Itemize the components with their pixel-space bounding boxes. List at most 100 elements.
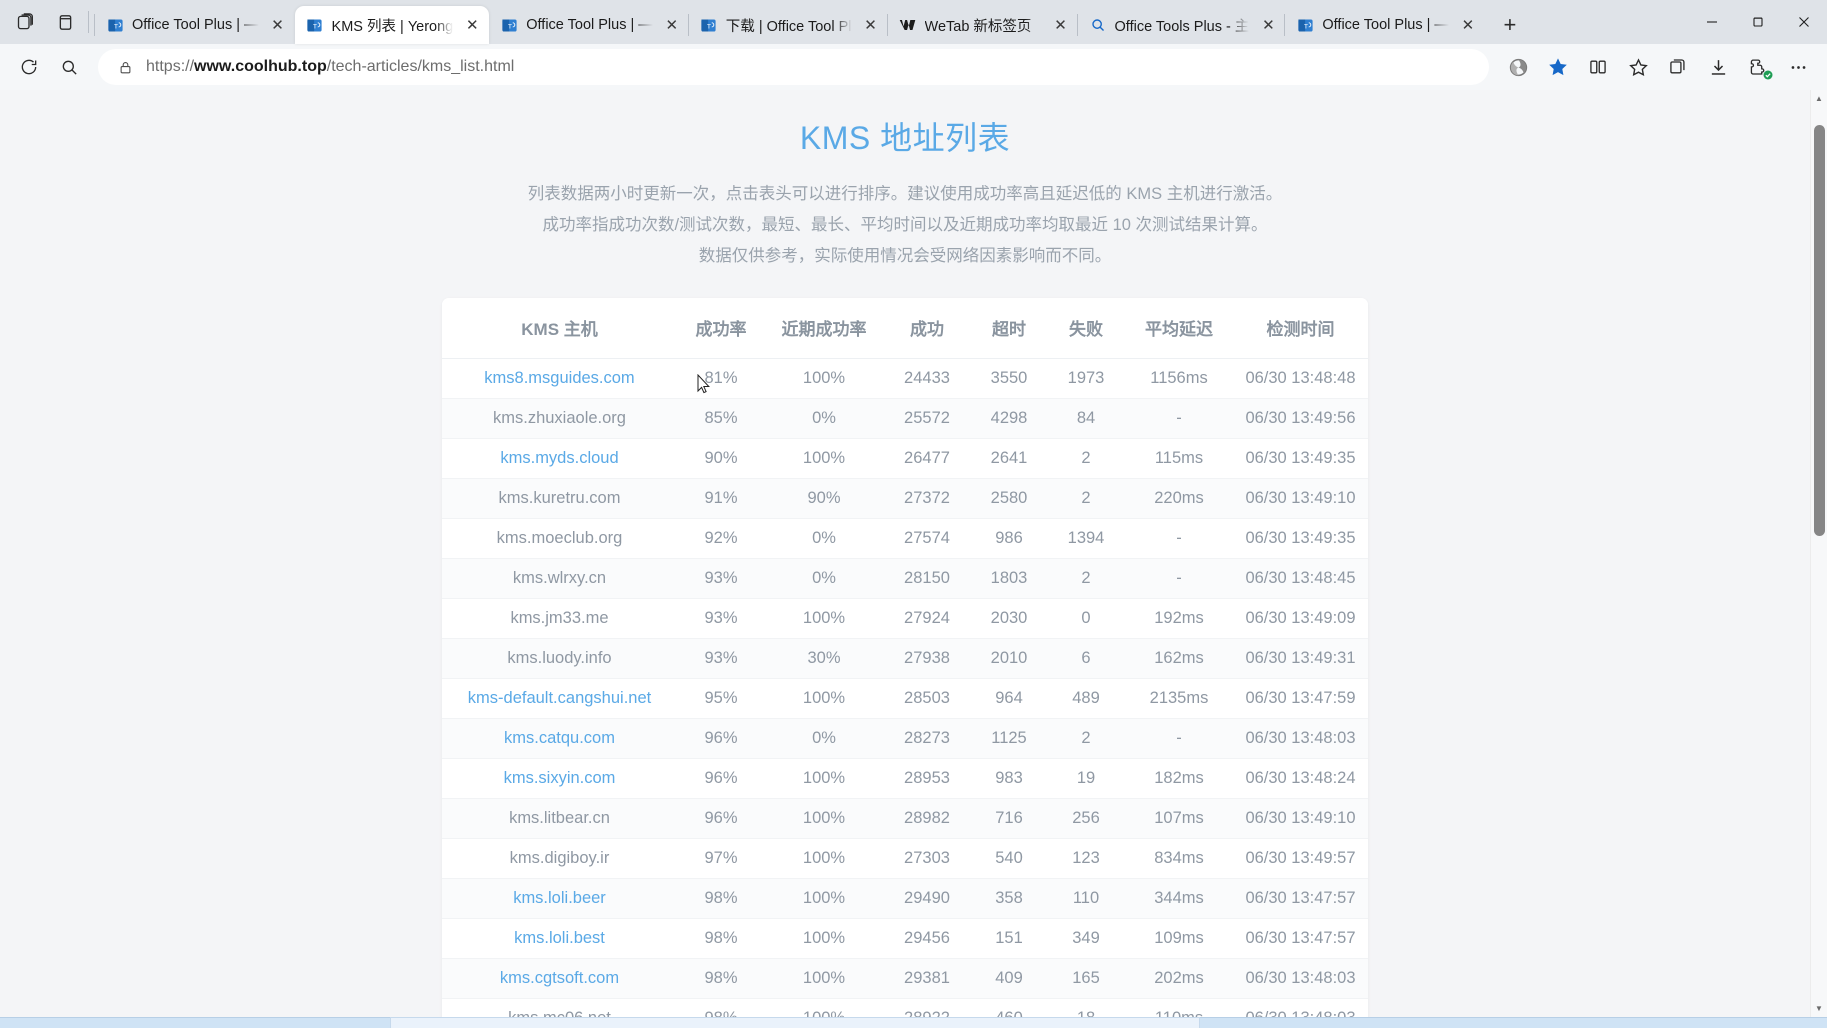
- browser-tab[interactable]: T Office Tool Plus | — ✕: [94, 6, 295, 44]
- cell-host[interactable]: kms.catqu.com: [442, 718, 677, 759]
- tab-close-icon[interactable]: ✕: [1257, 14, 1279, 36]
- cell-success-rate: 90%: [677, 438, 765, 479]
- browser-tab-active[interactable]: T KMS 列表 | Yerong ✕: [294, 6, 490, 44]
- browser-tab[interactable]: WeTab 新标签页 ✕: [886, 6, 1078, 44]
- column-header-time[interactable]: 检测时间: [1233, 298, 1368, 359]
- kms-table-head: KMS 主机 成功率 近期成功率 成功 超时 失败 平均延迟 检测时间: [442, 298, 1368, 359]
- tab-close-icon[interactable]: ✕: [267, 14, 289, 36]
- tab-close-icon[interactable]: ✕: [860, 14, 882, 36]
- column-header-timeout[interactable]: 超时: [971, 298, 1047, 359]
- window-controls: [1689, 0, 1827, 44]
- cell-success-count: 29381: [883, 958, 971, 999]
- cell-host[interactable]: kms.sixyin.com: [442, 758, 677, 799]
- close-window-button[interactable]: [1781, 2, 1827, 42]
- kms-host-link[interactable]: kms.cgtsoft.com: [500, 969, 619, 987]
- scrollbar-thumb[interactable]: [1813, 124, 1825, 536]
- cell-avg-latency: 202ms: [1125, 958, 1233, 999]
- cell-check-time: 06/30 13:47:57: [1233, 878, 1368, 919]
- cell-host[interactable]: kms.loli.beer: [442, 878, 677, 919]
- kms-host-link[interactable]: kms-default.cangshui.net: [468, 689, 651, 707]
- split-screen-icon[interactable]: [1579, 50, 1617, 84]
- tab-strip-divider: [88, 11, 89, 33]
- cell-success-count: 27924: [883, 598, 971, 639]
- kms-host-link[interactable]: kms.sixyin.com: [504, 769, 616, 787]
- cell-host[interactable]: kms-default.cangshui.net: [442, 678, 677, 719]
- cell-timeout-count: 986: [971, 518, 1047, 559]
- favorites-icon[interactable]: [1619, 50, 1657, 84]
- scrollbar-track[interactable]: [1811, 107, 1827, 1000]
- tab-close-icon[interactable]: ✕: [1050, 14, 1072, 36]
- kms-host-link[interactable]: kms.myds.cloud: [500, 449, 618, 467]
- browser-tab[interactable]: T 下载 | Office Tool Pl ✕: [687, 6, 888, 44]
- kms-host-link[interactable]: kms.loli.best: [514, 929, 605, 947]
- cell-fail-count: 2: [1047, 438, 1125, 479]
- tab-title: Office Tool Plus | —: [132, 17, 259, 33]
- cell-host[interactable]: kms.myds.cloud: [442, 438, 677, 479]
- downloads-icon[interactable]: [1699, 50, 1737, 84]
- collections-panel-icon[interactable]: [1659, 50, 1697, 84]
- extensions-icon[interactable]: [1739, 50, 1777, 84]
- cell-success-count: 29456: [883, 918, 971, 959]
- collections-icon[interactable]: [14, 11, 36, 33]
- column-header-ok[interactable]: 成功: [883, 298, 971, 359]
- kms-host-link[interactable]: kms8.msguides.com: [484, 369, 634, 387]
- address-bar[interactable]: https://www.coolhub.top/tech-articles/km…: [98, 49, 1489, 85]
- page-description-line: 成功率指成功次数/测试次数，最短、最长、平均时间以及近期成功率均取最近 10 次…: [542, 216, 1268, 234]
- cell-fail-count: 2: [1047, 558, 1125, 599]
- column-header-rate[interactable]: 成功率: [677, 298, 765, 359]
- tab-close-icon[interactable]: ✕: [461, 14, 483, 36]
- table-row: kms.mc06.net98%100%2892246018110ms06/30 …: [442, 998, 1368, 1017]
- column-header-latency[interactable]: 平均延迟: [1125, 298, 1233, 359]
- search-icon[interactable]: [50, 50, 88, 84]
- tab-favicon-search-icon: [1089, 16, 1107, 34]
- cell-host[interactable]: kms8.msguides.com: [442, 358, 677, 399]
- toolbar-right-icons: [1499, 50, 1817, 84]
- column-header-host[interactable]: KMS 主机: [442, 298, 677, 359]
- browser-tab[interactable]: T Office Tool Plus | — ✕: [1284, 6, 1485, 44]
- cell-host: kms.luody.info: [442, 638, 677, 679]
- browser-tab[interactable]: T Office Tool Plus | — ✕: [489, 6, 689, 44]
- cell-success-rate: 92%: [677, 518, 765, 559]
- scroll-up-arrow-icon[interactable]: ▲: [1811, 90, 1827, 107]
- windows-taskbar: [0, 1017, 1827, 1028]
- kms-host-link[interactable]: kms.loli.beer: [513, 889, 606, 907]
- column-header-recent[interactable]: 近期成功率: [765, 298, 883, 359]
- favorite-star-icon[interactable]: [1539, 50, 1577, 84]
- cell-avg-latency: -: [1125, 718, 1233, 759]
- cell-success-rate: 93%: [677, 598, 765, 639]
- copilot-icon[interactable]: [1499, 50, 1537, 84]
- cell-host: kms.zhuxiaole.org: [442, 398, 677, 439]
- cell-timeout-count: 460: [971, 998, 1047, 1017]
- maximize-window-button[interactable]: [1735, 2, 1781, 42]
- navigation-toolbar: https://www.coolhub.top/tech-articles/km…: [0, 44, 1827, 90]
- scroll-down-arrow-icon[interactable]: ▼: [1811, 1000, 1827, 1017]
- settings-and-more-icon[interactable]: [1779, 50, 1817, 84]
- cell-success-rate: 98%: [677, 998, 765, 1017]
- cell-check-time: 06/30 13:48:45: [1233, 558, 1368, 599]
- cell-success-rate: 85%: [677, 398, 765, 439]
- cell-recent-success-rate: 100%: [765, 678, 883, 719]
- new-tab-button[interactable]: +: [1493, 8, 1527, 42]
- browser-essentials-icon[interactable]: [54, 11, 76, 33]
- tab-close-icon[interactable]: ✕: [1457, 14, 1479, 36]
- kms-table-body: kms8.msguides.com 81% 100% 24433 3550 1973 115…: [442, 358, 1368, 1017]
- cell-recent-success-rate: 100%: [765, 918, 883, 959]
- site-information-lock-icon[interactable]: [112, 54, 138, 80]
- column-header-fail[interactable]: 失败: [1047, 298, 1125, 359]
- browser-tab[interactable]: Office Tools Plus - 主 ✕: [1076, 6, 1286, 44]
- minimize-window-button[interactable]: [1689, 2, 1735, 42]
- table-row: kms.sixyin.com 96% 100% 28953 983 19 182ms 06/3…: [442, 758, 1368, 799]
- cell-recent-success-rate: 100%: [765, 998, 883, 1017]
- tab-close-icon[interactable]: ✕: [661, 14, 683, 36]
- cell-host[interactable]: kms.cgtsoft.com: [442, 958, 677, 999]
- reload-button[interactable]: [10, 50, 48, 84]
- kms-host-link[interactable]: kms.catqu.com: [504, 729, 615, 747]
- cell-fail-count: 84: [1047, 398, 1125, 439]
- cell-host[interactable]: kms.loli.best: [442, 918, 677, 959]
- cell-check-time: 06/30 13:49:31: [1233, 638, 1368, 679]
- page-scrollbar[interactable]: ▲ ▼: [1810, 90, 1827, 1017]
- taskbar-window-preview[interactable]: [390, 1017, 1200, 1028]
- tab-title: Office Tools Plus - 主: [1114, 18, 1250, 35]
- tab-strip: T Office Tool Plus | — ✕ T KMS 列表 | Yerong ✕…: [0, 0, 1827, 44]
- cell-host: kms.wlrxy.cn: [442, 558, 677, 599]
